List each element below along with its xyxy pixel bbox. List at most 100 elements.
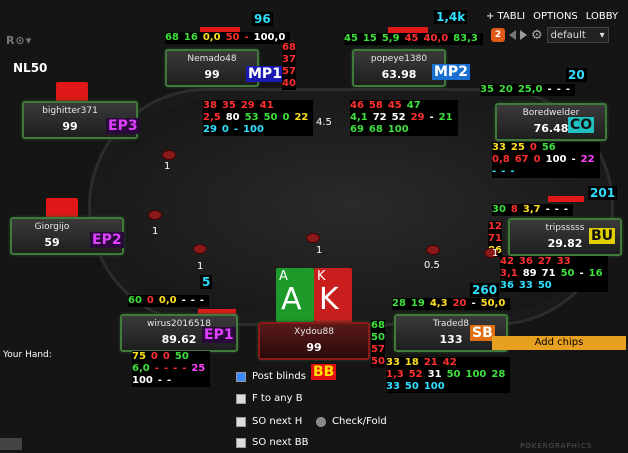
- hud-stat: 25: [191, 363, 206, 374]
- hud-stat: -: [429, 112, 434, 123]
- fold-any-checkbox[interactable]: F to any B: [236, 393, 303, 404]
- hud-stat: -: [579, 268, 584, 279]
- card-rank-large: A: [281, 282, 302, 317]
- options-button[interactable]: OPTIONS: [533, 11, 578, 22]
- player-name: Xydou88: [294, 327, 334, 337]
- hud-pfr: 19: [410, 298, 425, 309]
- so-next-h-checkbox[interactable]: SO next H: [236, 416, 302, 427]
- hud-stat: -: [554, 204, 559, 215]
- hud-af: 25,0: [517, 84, 543, 95]
- hud-af: 5,9: [381, 33, 400, 44]
- checkbox-box[interactable]: [236, 416, 246, 427]
- hud-stat: 3,1: [500, 268, 518, 279]
- hud-stat: 21: [423, 357, 438, 368]
- chip-stack-icon: [148, 210, 162, 220]
- top-menu: + TABLI OPTIONS LOBBY: [486, 6, 618, 26]
- hud-stat: 50: [371, 356, 385, 367]
- hud-stat: 57: [371, 344, 385, 355]
- hud-stat: 22: [294, 112, 309, 123]
- hands-count: 5: [200, 275, 213, 289]
- hud-stat: -: [563, 204, 569, 215]
- hud-stat: 20: [452, 298, 467, 309]
- table-nav: 2 ⚙ default ▾: [491, 26, 609, 44]
- seat-nemado[interactable]: Nemado48 99: [165, 49, 259, 87]
- hud-af: 3,7: [522, 204, 541, 215]
- next-table-icon[interactable]: [520, 30, 527, 40]
- gear-icon[interactable]: ⚙: [531, 28, 543, 43]
- hud-stat: -: [244, 32, 249, 43]
- add-chips-button[interactable]: Add chips: [492, 336, 626, 350]
- hud-vpip: 35: [480, 84, 494, 95]
- hud-stat: 12: [488, 221, 502, 232]
- hud-stat: 71: [488, 233, 502, 244]
- check-fold-radio[interactable]: Check/Fold: [316, 416, 387, 427]
- player-name: bighitter371: [42, 106, 98, 116]
- hud-stat: 100: [243, 124, 264, 135]
- hud-stat: 33: [556, 256, 571, 267]
- position-badge: EP1: [202, 327, 236, 343]
- prev-table-icon[interactable]: [509, 30, 516, 40]
- hud-stat: 50,0: [480, 298, 506, 309]
- post-blinds-checkbox[interactable]: Post blinds: [236, 371, 306, 382]
- play-icon: ⊙▾: [15, 34, 33, 47]
- hands-count: 260: [470, 283, 500, 297]
- hud-stat: 2,5: [203, 112, 221, 123]
- hud-stat: -: [163, 363, 169, 374]
- table-limit: NL50: [13, 61, 48, 75]
- hud-top-wirus: 60 0 0,0- - -: [128, 295, 210, 307]
- position-badge: BU: [589, 228, 616, 244]
- bet-amount: 1: [197, 261, 204, 272]
- hud-stat: -: [199, 295, 205, 306]
- hud-stat: -: [471, 298, 476, 309]
- checkbox-label: Check/Fold: [332, 416, 387, 427]
- position-badge: CO: [568, 117, 595, 133]
- table-count-badge[interactable]: 2: [491, 28, 505, 42]
- hud-stat: -: [545, 204, 550, 215]
- bet-amount: 0.5: [424, 260, 440, 271]
- scroll-handle[interactable]: [0, 438, 22, 450]
- chip-stack-icon: [306, 233, 320, 243]
- hud-stat: -: [571, 154, 576, 165]
- chip-stack-icon: [426, 245, 440, 255]
- seat-hero[interactable]: Xydou88 99: [258, 322, 370, 360]
- hud-top-traded: 28 19 4,3 20-50,0: [392, 298, 511, 310]
- hud-stat: 21: [438, 112, 453, 123]
- hud-stat: 50: [404, 381, 419, 392]
- your-hand-label: Your Hand:: [3, 350, 52, 360]
- position-badge: EP3: [106, 118, 140, 134]
- hud-pfr: 16: [183, 32, 198, 43]
- hud-side-nemado: 68 37 57 40: [282, 42, 296, 90]
- so-next-bb-checkbox[interactable]: SO next BB: [236, 437, 308, 448]
- player-stack: 99: [306, 341, 322, 354]
- hud-stat: 53: [244, 112, 259, 123]
- hud-stat: 50: [371, 332, 385, 343]
- hud-stat: 42: [500, 256, 514, 267]
- hud-stat: 4,1: [350, 112, 368, 123]
- hole-card: AA: [276, 268, 314, 322]
- checkbox-box[interactable]: [236, 437, 246, 448]
- hud-stat: 0: [150, 351, 158, 362]
- hud-stat: 27: [537, 256, 552, 267]
- hud-stat: 0: [533, 154, 541, 165]
- checkbox-box[interactable]: [236, 371, 246, 382]
- checkbox-box[interactable]: [236, 393, 246, 404]
- layout-dropdown[interactable]: default ▾: [546, 27, 609, 43]
- hud-stat: 16: [588, 268, 603, 279]
- room-logo: R⊙▾: [6, 34, 32, 47]
- lobby-button[interactable]: LOBBY: [586, 11, 618, 22]
- radio-dot[interactable]: [316, 416, 326, 427]
- hud-lines-tripssss: 42 36 27 33 3,1 89 71 50-16 36 33 50: [500, 256, 608, 292]
- hud-lines-nemado: 38 35 29 41 2,5 80 53 50 0 22 29 0-100: [203, 100, 314, 136]
- hud-stat: 50: [225, 32, 240, 43]
- hud-stat: -: [154, 363, 159, 374]
- layout-value: default: [550, 29, 586, 41]
- bet-amount: 1: [316, 245, 323, 256]
- hud-stat: 50: [560, 268, 575, 279]
- player-stack: 63.98: [381, 68, 417, 81]
- hud-vpip: 30: [492, 204, 506, 215]
- hud-stat: 0: [529, 142, 537, 153]
- hud-stat: 56: [541, 142, 556, 153]
- hud-stat: 100,0: [253, 32, 286, 43]
- tabs-button[interactable]: + TABLI: [486, 11, 525, 22]
- hud-stat: 31: [427, 369, 442, 380]
